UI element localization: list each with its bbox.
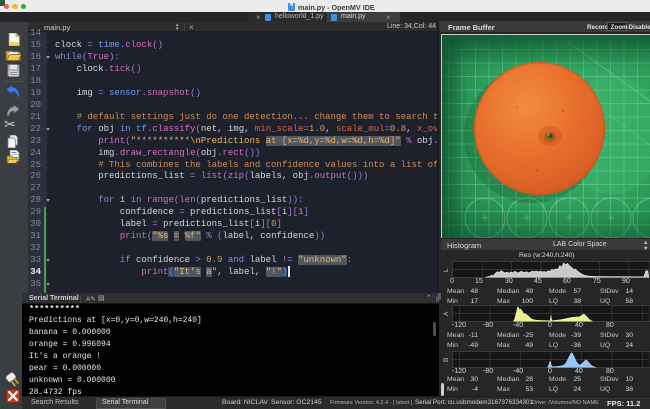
svg-text:A: A [443,311,450,316]
svg-text:L: L [443,268,450,272]
svg-text:B: B [443,358,450,362]
